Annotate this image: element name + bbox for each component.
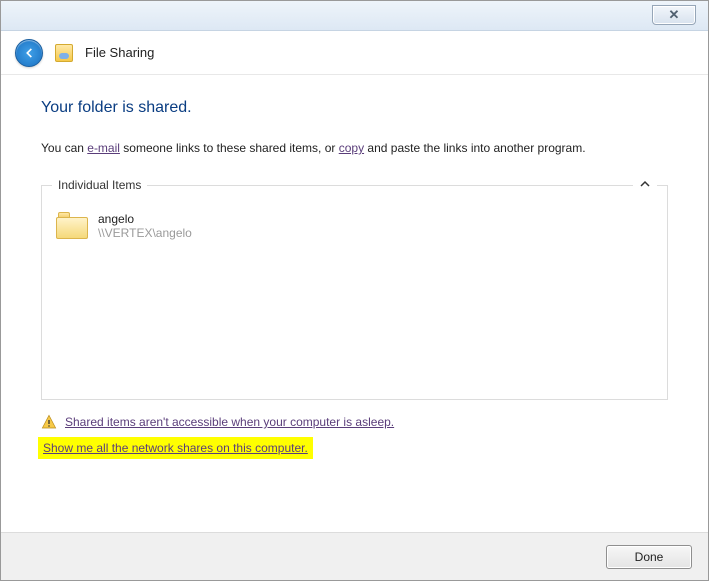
warning-icon: [41, 414, 57, 430]
sleep-warning-link[interactable]: Shared items aren't accessible when your…: [65, 415, 394, 429]
content: Your folder is shared. You can e-mail so…: [1, 75, 708, 472]
show-network-shares-link[interactable]: Show me all the network shares on this c…: [43, 441, 308, 455]
description: You can e-mail someone links to these sh…: [41, 139, 668, 157]
desc-text: and paste the links into another program…: [364, 141, 585, 155]
email-link[interactable]: e-mail: [87, 141, 120, 155]
shared-item-name: angelo: [98, 212, 192, 226]
collapse-toggle[interactable]: [633, 178, 657, 193]
folder-icon: [56, 212, 88, 240]
done-button[interactable]: Done: [606, 545, 692, 569]
file-sharing-window: ✕ File Sharing Your folder is shared. Yo…: [0, 0, 709, 581]
warning-row: Shared items aren't accessible when your…: [41, 414, 668, 430]
close-button[interactable]: ✕: [652, 5, 696, 25]
chevron-up-icon: [639, 178, 651, 190]
group-legend: Individual Items: [52, 178, 147, 192]
page-title: File Sharing: [85, 45, 154, 60]
desc-text: someone links to these shared items, or: [120, 141, 339, 155]
close-icon: ✕: [669, 7, 680, 23]
individual-items-group: Individual Items angelo \\VERTEX\angelo: [41, 185, 668, 400]
desc-text: You can: [41, 141, 87, 155]
copy-link[interactable]: copy: [339, 141, 364, 155]
file-sharing-icon: [55, 44, 73, 62]
shared-item-path: \\VERTEX\angelo: [98, 226, 192, 240]
highlighted-link-row: Show me all the network shares on this c…: [41, 440, 310, 456]
shared-item[interactable]: angelo \\VERTEX\angelo: [56, 212, 653, 240]
heading: Your folder is shared.: [41, 99, 668, 117]
shared-item-text: angelo \\VERTEX\angelo: [98, 212, 192, 240]
back-button[interactable]: [15, 39, 43, 67]
header: File Sharing: [1, 31, 708, 75]
footer: Done: [1, 532, 708, 580]
titlebar: ✕: [1, 1, 708, 31]
arrow-left-icon: [22, 46, 36, 60]
